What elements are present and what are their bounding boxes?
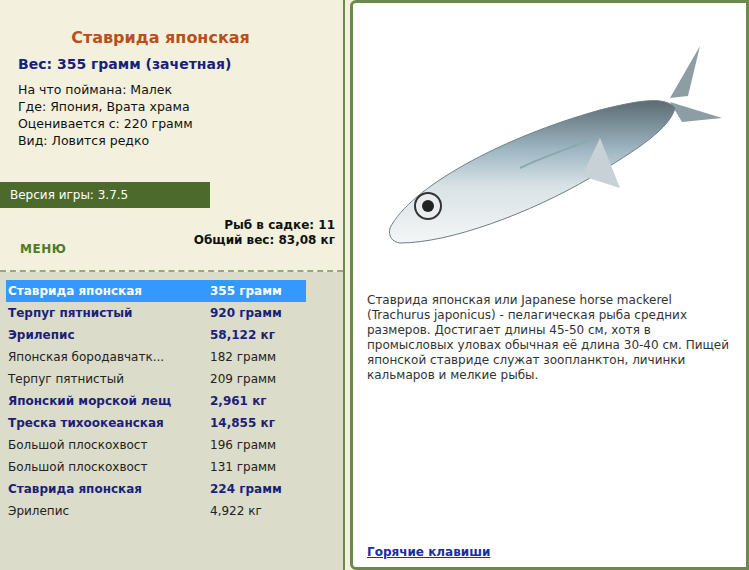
fish-name: Ставрида японская [8,480,210,498]
fish-name: Терпуг пятнистый [8,304,210,322]
fish-picture [367,3,732,293]
catch-row[interactable]: Большой плоскохвост131 грамм [6,456,306,478]
fish-name: Большой плоскохвост [8,436,210,454]
catch-row[interactable]: Японская бородавчатк...182 грамм [6,346,306,368]
fish-name: Ставрида японская [8,282,210,300]
catch-row[interactable]: Японский морской лещ2,961 кг [6,390,306,412]
catch-row[interactable]: Большой плоскохвост196 грамм [6,434,306,456]
fish-name: Терпуг пятнистый [8,370,210,388]
menu-row: МЕНЮ Рыб в садке: 11Общий вес: 83,08 кг [0,208,343,272]
fish-detail: Вид: Ловится редко [18,132,333,149]
fish-info: Ставрида японская Вес: 355 грамм (зачетн… [0,0,343,182]
fish-weight: Вес: 355 грамм (зачетная) [18,54,333,75]
hotkeys-link[interactable]: Горячие клавиши [367,543,732,561]
fish-weight: 196 грамм [210,436,276,454]
catch-list: Ставрида японская355 граммТерпуг пятнист… [0,272,343,570]
catch-entry: Ставрида японская355 грамм [6,282,306,300]
catch-entry: Ставрида японская224 грамм [6,480,306,498]
fish-name: Японская бородавчатк... [8,348,210,366]
fish-card: Ставрида японская или Japanese horse mac… [350,0,749,570]
fish-weight: 131 грамм [210,458,276,476]
catch-entry: Большой плоскохвост131 грамм [6,458,306,476]
catch-entry: Японская бородавчатк...182 грамм [6,348,306,366]
fish-weight: 209 грамм [210,370,276,388]
fish-weight: 355 грамм [210,282,282,300]
fish-details: На что поймана: МалекГде: Япония, Врата … [18,81,333,149]
fish-name: Эрилепис [8,502,210,520]
catch-row[interactable]: Терпуг пятнистый920 грамм [6,302,306,324]
fish-detail: Оценивается с: 220 грамм [18,115,333,132]
menu-button[interactable]: МЕНЮ [20,218,66,262]
fish-name: Большой плоскохвост [8,458,210,476]
fish-weight: 182 грамм [210,348,276,366]
fish-detail: На что поймана: Малек [18,81,333,98]
fish-title: Ставрида японская [18,26,333,50]
catch-entry: Эрилепис4,922 кг [6,502,306,520]
fish-description: Ставрида японская или Japanese horse mac… [367,293,732,383]
catch-row[interactable]: Треска тихоокеанская14,855 кг [6,412,306,434]
fish-detail: Где: Япония, Врата храма [18,98,333,115]
fish-weight: 4,922 кг [210,502,262,520]
catch-entry: Треска тихоокеанская14,855 кг [6,414,306,432]
fish-weight: 58,122 кг [210,326,275,344]
fish-name: Эрилепис [8,326,210,344]
catch-row[interactable]: Ставрида японская355 грамм [6,280,306,302]
catch-entry: Терпуг пятнистый920 грамм [6,304,306,322]
catch-stats: Рыб в садке: 11Общий вес: 83,08 кг [194,218,335,262]
catch-row[interactable]: Эрилепис4,922 кг [6,500,306,522]
version-bar: Версия игры: 3.7.5 [0,182,210,208]
fish-name: Японский морской лещ [8,392,210,410]
catch-entry: Терпуг пятнистый209 грамм [6,370,306,388]
fish-name: Треска тихоокеанская [8,414,210,432]
catch-row[interactable]: Эрилепис58,122 кг [6,324,306,346]
catch-entry: Большой плоскохвост196 грамм [6,436,306,454]
stat-line: Общий вес: 83,08 кг [194,233,335,248]
fish-weight: 920 грамм [210,304,282,322]
fish-weight: 14,855 кг [210,414,275,432]
fish-weight: 224 грамм [210,480,282,498]
catch-entry: Эрилепис58,122 кг [6,326,306,344]
fish-icon [370,38,730,258]
catch-row[interactable]: Ставрида японская224 грамм [6,478,306,500]
info-panel: Ставрида японская Вес: 355 грамм (зачетн… [0,0,345,570]
catch-entry: Японский морской лещ2,961 кг [6,392,306,410]
stat-line: Рыб в садке: 11 [194,218,335,233]
fish-weight: 2,961 кг [210,392,267,410]
catch-row[interactable]: Терпуг пятнистый209 грамм [6,368,306,390]
